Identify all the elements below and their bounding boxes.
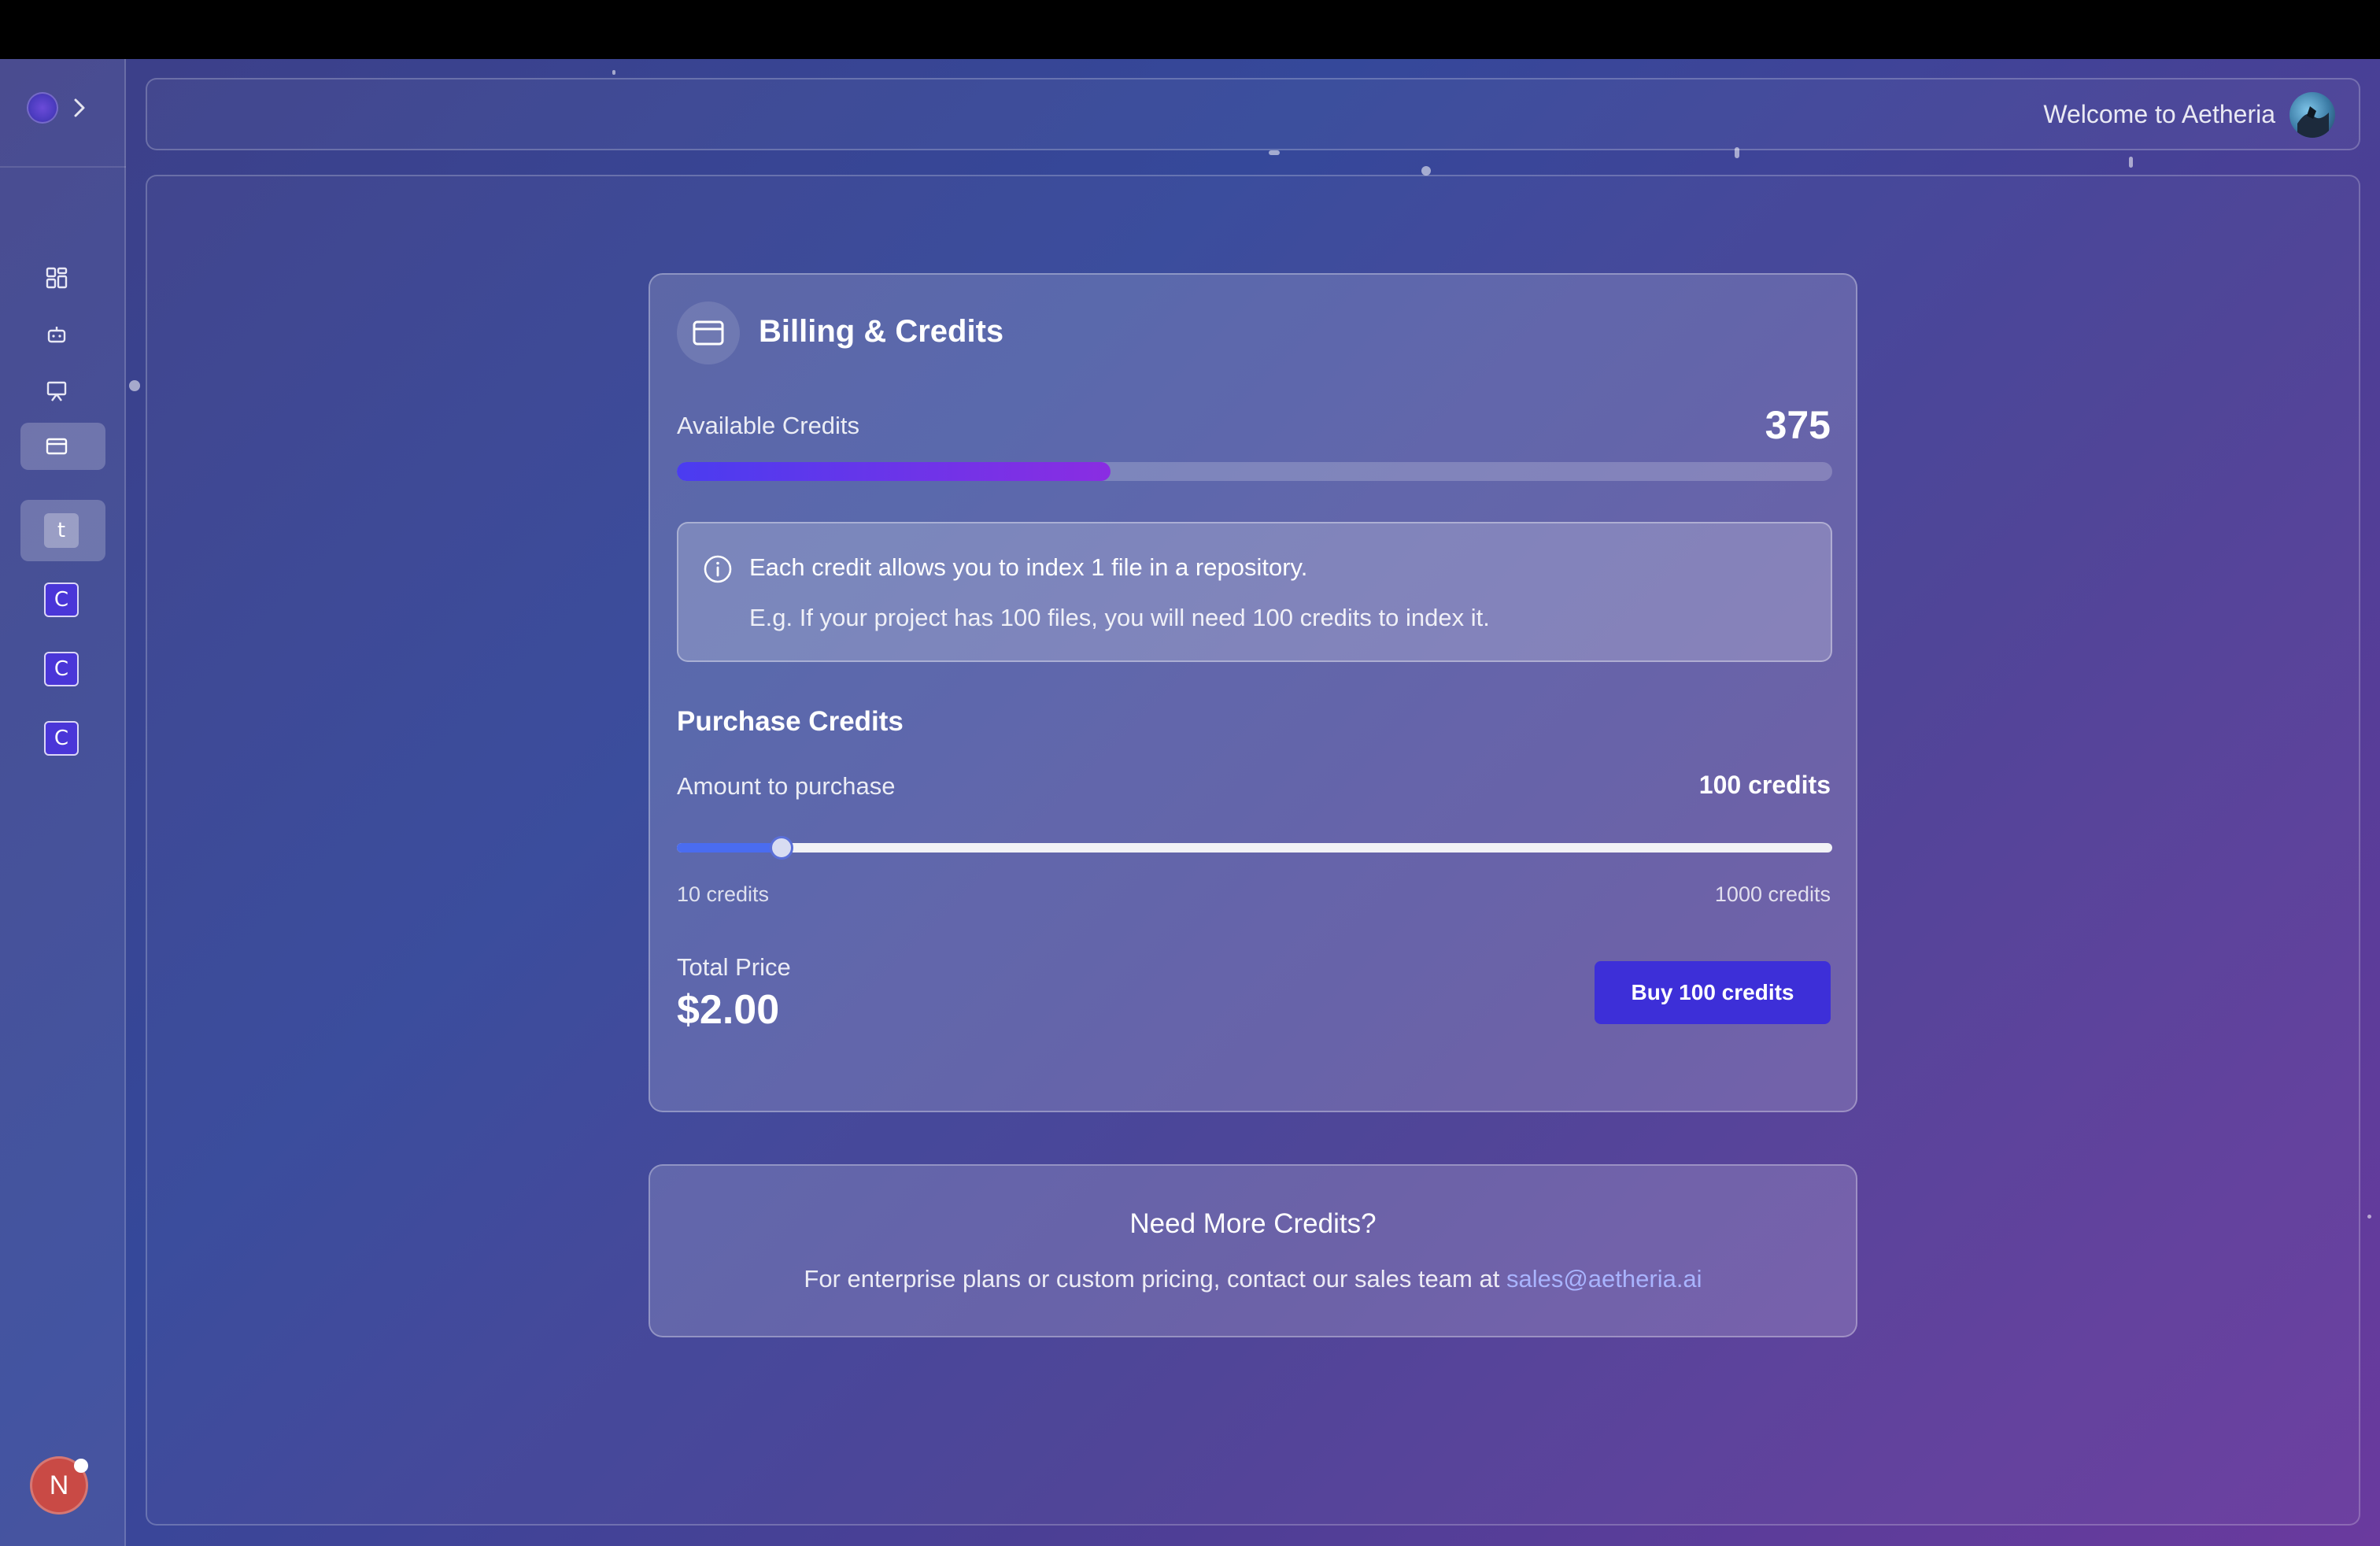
more-credits-text: For enterprise plans or custom pricing, …: [650, 1265, 1856, 1293]
decorative-mark: [612, 70, 615, 75]
workspace-item-c3[interactable]: C: [41, 718, 82, 759]
workspace-item-c1[interactable]: C: [41, 579, 82, 620]
more-credits-card: Need More Credits? For enterprise plans …: [649, 1164, 1857, 1337]
info-text-example: E.g. If your project has 100 files, you …: [749, 604, 1490, 631]
logo-icon: [27, 92, 58, 124]
workspace-badge: C: [44, 583, 79, 617]
credit-card-icon: [693, 320, 724, 346]
user-profile-avatar[interactable]: [2289, 92, 2335, 138]
notification-dot: [74, 1459, 88, 1473]
more-credits-title: Need More Credits?: [1129, 1208, 1377, 1239]
sales-email-link[interactable]: sales@aetheria.ai: [1506, 1265, 1702, 1293]
workspace-item-c2[interactable]: C: [41, 649, 82, 690]
workspace-badge: t: [44, 513, 79, 548]
card-title: Billing & Credits: [759, 314, 1004, 349]
more-credits-description: For enterprise plans or custom pricing, …: [804, 1265, 1500, 1293]
slider-fill: [677, 843, 782, 853]
info-box: Each credit allows you to index 1 file i…: [677, 522, 1832, 662]
sidebar: t C C C N: [0, 59, 126, 1546]
slider-min-label: 10 credits: [677, 882, 770, 906]
total-price-label: Total Price: [677, 953, 791, 981]
chevron-right-icon[interactable]: [69, 94, 91, 122]
workspace-item-t[interactable]: t: [41, 510, 82, 551]
workspace-badge: C: [44, 652, 79, 686]
sidebar-header: [0, 59, 126, 168]
decorative-dot: [129, 380, 140, 391]
slider-thumb[interactable]: [770, 836, 794, 860]
credit-card-icon[interactable]: [39, 429, 74, 464]
credits-amount-slider[interactable]: [677, 836, 1832, 860]
amount-value: 100 credits: [1698, 771, 1831, 799]
dashboard-grid-icon[interactable]: [39, 261, 74, 295]
welcome-text: Welcome to Aetheria: [2043, 100, 2275, 128]
decorative-mark: [1269, 150, 1280, 155]
available-credits-value: 375: [1765, 403, 1831, 447]
decorative-mark: [1735, 147, 1739, 158]
buy-credits-button[interactable]: Buy 100 credits: [1595, 961, 1831, 1024]
top-bar: Welcome to Aetheria: [146, 78, 2360, 150]
purchase-section-title: Purchase Credits: [677, 706, 904, 737]
available-credits-label: Available Credits: [677, 412, 860, 439]
billing-card: Billing & Credits Available Credits 375 …: [649, 273, 1857, 1112]
bot-icon[interactable]: [39, 317, 74, 352]
credits-progress-fill: [677, 462, 1111, 481]
workspace-badge: C: [44, 721, 79, 756]
info-text-primary: Each credit allows you to index 1 file i…: [749, 553, 1308, 581]
info-icon: [704, 555, 732, 583]
credits-progress-bar: [677, 462, 1832, 481]
card-icon-container: [677, 301, 740, 364]
presentation-icon[interactable]: [39, 374, 74, 409]
slider-max-label: 1000 credits: [1714, 882, 1831, 906]
total-price-value: $2.00: [677, 987, 780, 1033]
app-window: t C C C N Welcome to Aetheria Billing & …: [0, 59, 2380, 1546]
amount-label: Amount to purchase: [677, 772, 896, 800]
decorative-mark: [2129, 157, 2133, 168]
decorative-dot: [2367, 1215, 2371, 1219]
